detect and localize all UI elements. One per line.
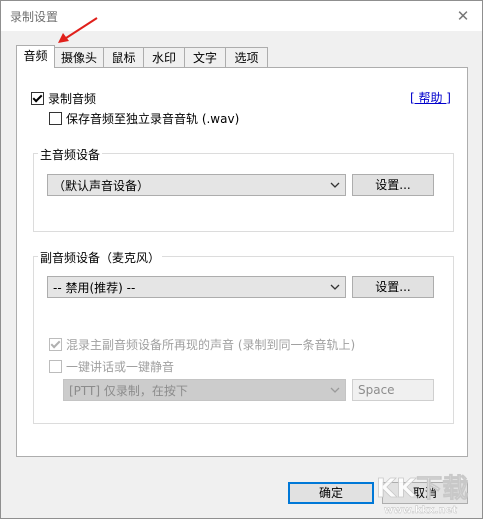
window-title: 录制设置 (10, 10, 59, 24)
chevron-down-icon (330, 284, 340, 290)
tab-options[interactable]: 选项 (225, 47, 268, 67)
close-icon[interactable]: ✕ (448, 3, 478, 29)
mix-devices-label: 混录主副音频设备所再现的声音 (录制到同一条音轨上) (66, 338, 356, 352)
settings-dialog: 录制设置 ✕ 音频 摄像头 鼠标 水印 文字 选项 录制音频 保存音频至独立录音… (0, 0, 483, 519)
checkbox-box[interactable] (49, 338, 62, 351)
ptt-mode-select[interactable]: [PTT] 仅录制，在按下 (63, 379, 346, 401)
push-to-talk-label: 一键讲话或一键静音 (66, 360, 175, 374)
svg-text:KK下载: KK下载 (376, 474, 468, 504)
ok-button[interactable]: 确定 (288, 482, 374, 504)
mix-devices-checkbox[interactable]: 混录主副音频设备所再现的声音 (录制到同一条音轨上) (49, 336, 355, 353)
main-audio-settings-button[interactable]: 设置... (352, 174, 434, 196)
main-audio-group-label: 主音频设备 (38, 146, 103, 163)
tab-camera[interactable]: 摄像头 (54, 47, 104, 67)
red-arrow-annotation (58, 17, 98, 43)
ptt-mode-value: [PTT] 仅录制，在按下 (69, 383, 188, 398)
kk-download-watermark: KK下载 www.kkx.net (376, 474, 469, 517)
help-link[interactable]: [ 帮助 ] (410, 89, 451, 106)
record-audio-label: 录制音频 (48, 92, 97, 106)
tab-watermark[interactable]: 水印 (143, 47, 185, 67)
ptt-hotkey-field[interactable]: Space (352, 379, 434, 401)
svg-text:www.kkx.net: www.kkx.net (384, 505, 457, 516)
chevron-down-icon (330, 387, 340, 393)
main-audio-device-value: （默认声音设备） (53, 178, 150, 193)
sub-audio-device-select[interactable]: -- 禁用(推荐) -- (47, 276, 346, 298)
checkbox-box[interactable] (31, 92, 44, 105)
save-separate-track-label: 保存音频至独立录音音轨 (.wav) (66, 112, 240, 126)
main-audio-device-select[interactable]: （默认声音设备） (47, 174, 346, 196)
tab-mouse[interactable]: 鼠标 (103, 47, 144, 67)
save-separate-track-checkbox[interactable]: 保存音频至独立录音音轨 (.wav) (49, 110, 239, 127)
tab-audio[interactable]: 音频 (16, 45, 55, 68)
sub-audio-device-value: -- 禁用(推荐) -- (53, 280, 136, 295)
sub-audio-group-label: 副音频设备（麦克风） (38, 249, 163, 266)
tab-text[interactable]: 文字 (184, 47, 226, 67)
chevron-down-icon (330, 182, 340, 188)
checkbox-box[interactable] (49, 360, 62, 373)
sub-audio-settings-button[interactable]: 设置... (352, 276, 434, 298)
push-to-talk-checkbox[interactable]: 一键讲话或一键静音 (49, 358, 174, 375)
checkbox-box[interactable] (49, 112, 62, 125)
record-audio-checkbox[interactable]: 录制音频 (31, 90, 96, 107)
